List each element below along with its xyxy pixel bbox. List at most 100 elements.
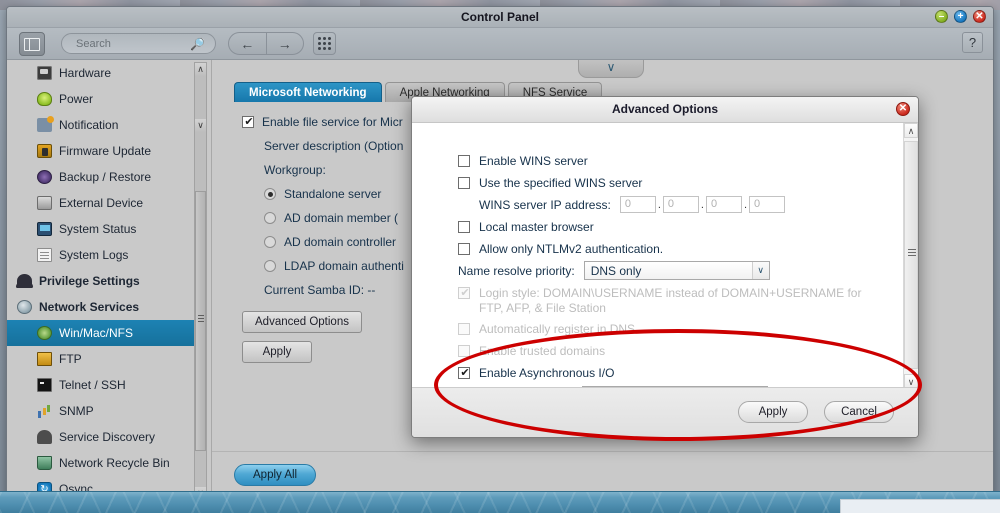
sidebar-item-telnet-ssh[interactable]: Telnet / SSH bbox=[7, 372, 200, 398]
wins-ip-octet-4[interactable]: 0 bbox=[749, 196, 785, 213]
minimize-icon: – bbox=[936, 11, 947, 22]
dialog-scrollbar[interactable]: ∧ ∨ bbox=[903, 123, 918, 389]
radio-button[interactable] bbox=[264, 212, 276, 224]
hardware-icon bbox=[37, 66, 52, 80]
local-master-browser-checkbox[interactable] bbox=[458, 221, 470, 233]
maximize-icon: + bbox=[955, 11, 966, 22]
workgroup-option-label: AD domain controller bbox=[284, 235, 396, 249]
enable-trusted-domains-checkbox bbox=[458, 345, 470, 357]
telnet-icon bbox=[37, 378, 52, 392]
taskbar bbox=[0, 491, 1000, 513]
wins-ip-octet-1[interactable]: 0 bbox=[620, 196, 656, 213]
enable-wins-server-checkbox[interactable] bbox=[458, 155, 470, 167]
enable-async-io-checkbox[interactable] bbox=[458, 367, 470, 379]
power-icon bbox=[37, 92, 52, 106]
privilege-icon bbox=[17, 274, 32, 288]
system-status-icon bbox=[37, 222, 52, 236]
use-specified-wins-server-row[interactable]: Use the specified WINS server bbox=[458, 173, 878, 192]
sidebar-item-backup-restore[interactable]: Backup / Restore bbox=[7, 164, 200, 190]
discovery-icon bbox=[37, 430, 52, 444]
radio-button[interactable] bbox=[264, 236, 276, 248]
sidebar-item-label: Power bbox=[59, 92, 93, 106]
sidebar-scroll-thumb[interactable] bbox=[195, 191, 206, 451]
wins-ip-octet-3[interactable]: 0 bbox=[706, 196, 742, 213]
ftp-icon bbox=[37, 352, 52, 366]
use-specified-wins-server-checkbox[interactable] bbox=[458, 177, 470, 189]
sidebar-item-label: Notification bbox=[59, 118, 118, 132]
sidebar-item-privilege-settings[interactable]: Privilege Settings bbox=[7, 268, 200, 294]
enable-wins-server-row[interactable]: Enable WINS server bbox=[458, 151, 878, 170]
workgroup-option-label: AD domain member ( bbox=[284, 211, 398, 225]
snmp-icon bbox=[37, 404, 52, 418]
sidebar-scroll-up-secondary[interactable]: ∨ bbox=[195, 119, 206, 133]
window-titlebar: Control Panel – + ✕ bbox=[7, 7, 993, 28]
sidebar-item-hardware[interactable]: Hardware bbox=[7, 60, 200, 86]
tray-popup[interactable] bbox=[840, 499, 1000, 513]
sidebar-item-external-device[interactable]: External Device bbox=[7, 190, 200, 216]
enable-async-io-row[interactable]: Enable Asynchronous I/O bbox=[458, 363, 878, 382]
sidebar-item-service-discovery[interactable]: Service Discovery bbox=[7, 424, 200, 450]
sidebar-item-label: Firmware Update bbox=[59, 144, 151, 158]
close-button[interactable]: ✕ bbox=[973, 10, 986, 23]
sidebar-item-power[interactable]: Power bbox=[7, 86, 200, 112]
maximize-button[interactable]: + bbox=[954, 10, 967, 23]
dialog-apply-button[interactable]: Apply bbox=[738, 401, 808, 423]
sidebar-item-system-logs[interactable]: System Logs bbox=[7, 242, 200, 268]
dialog-body: Enable WINS server Use the specified WIN… bbox=[412, 123, 919, 389]
panel-layout-icon[interactable] bbox=[19, 32, 45, 56]
enable-file-service-checkbox[interactable] bbox=[242, 116, 254, 128]
dialog-footer: Apply Cancel bbox=[412, 387, 919, 437]
dialog-scroll-thumb[interactable] bbox=[904, 141, 918, 369]
forward-button[interactable]: → bbox=[267, 33, 304, 54]
wins-ip-group: 0 . 0 . 0 . 0 bbox=[620, 196, 785, 213]
sidebar-item-network-services[interactable]: Network Services bbox=[7, 294, 200, 320]
auto-register-dns-row: Automatically register in DNS bbox=[458, 319, 878, 338]
search-box[interactable]: 🔍 bbox=[61, 33, 216, 54]
sidebar-item-firmware-update[interactable]: Firmware Update bbox=[7, 138, 200, 164]
sidebar-item-win-mac-nfs[interactable]: Win/Mac/NFS bbox=[7, 320, 200, 346]
sidebar-scroll-up-button[interactable]: ∧ bbox=[195, 63, 206, 77]
sidebar-item-network-recycle-bin[interactable]: Network Recycle Bin bbox=[7, 450, 200, 476]
winmac-icon bbox=[37, 326, 52, 340]
page-title: Control Panel bbox=[7, 10, 993, 24]
minimize-button[interactable]: – bbox=[935, 10, 948, 23]
sidebar-item-system-status[interactable]: System Status bbox=[7, 216, 200, 242]
search-input[interactable] bbox=[74, 37, 194, 51]
sidebar-item-notification[interactable]: Notification bbox=[7, 112, 200, 138]
apply-button[interactable]: Apply bbox=[242, 341, 312, 363]
wins-ip-label: WINS server IP address: bbox=[479, 198, 611, 212]
sidebar-item-label: SNMP bbox=[59, 404, 94, 418]
back-button[interactable]: ← bbox=[229, 33, 267, 54]
sidebar-item-label: Network Recycle Bin bbox=[59, 456, 170, 470]
apps-grid-icon bbox=[318, 37, 331, 50]
apply-all-button[interactable]: Apply All bbox=[234, 464, 316, 486]
tab-microsoft-networking[interactable]: Microsoft Networking bbox=[234, 82, 382, 102]
radio-button[interactable] bbox=[264, 188, 276, 200]
sidebar-item-snmp[interactable]: SNMP bbox=[7, 398, 200, 424]
recycle-icon bbox=[37, 456, 52, 470]
local-master-browser-row[interactable]: Local master browser bbox=[458, 217, 878, 236]
allow-ntlmv2-checkbox[interactable] bbox=[458, 243, 470, 255]
collapse-chevron-button[interactable]: ∨ bbox=[578, 60, 644, 78]
sidebar-item-ftp[interactable]: FTP bbox=[7, 346, 200, 372]
name-resolve-priority-select[interactable]: DNS only ∨ bbox=[584, 261, 770, 280]
login-style-label: Login style: DOMAIN\USERNAME instead of … bbox=[479, 286, 869, 316]
network-icon bbox=[17, 300, 32, 314]
dialog-scroll-up-button[interactable]: ∧ bbox=[904, 123, 918, 138]
wins-ip-octet-2[interactable]: 0 bbox=[663, 196, 699, 213]
dialog-cancel-button[interactable]: Cancel bbox=[824, 401, 894, 423]
radio-button[interactable] bbox=[264, 260, 276, 272]
advanced-options-button[interactable]: Advanced Options bbox=[242, 311, 362, 333]
sidebar-scrollbar[interactable]: ∧ ∨ ∨ bbox=[194, 62, 207, 502]
notification-icon bbox=[37, 118, 52, 132]
firmware-icon bbox=[37, 144, 52, 158]
sidebar-item-label: System Status bbox=[59, 222, 136, 236]
apps-grid-button[interactable] bbox=[313, 32, 336, 55]
help-button[interactable]: ? bbox=[962, 32, 983, 53]
enable-trusted-domains-label: Enable trusted domains bbox=[479, 344, 605, 358]
allow-ntlmv2-row[interactable]: Allow only NTLMv2 authentication. bbox=[458, 239, 878, 258]
external-device-icon bbox=[37, 196, 52, 210]
auto-register-dns-label: Automatically register in DNS bbox=[479, 322, 635, 336]
dialog-close-button[interactable]: ✕ bbox=[896, 102, 910, 116]
ip-separator-1: . bbox=[658, 199, 661, 211]
